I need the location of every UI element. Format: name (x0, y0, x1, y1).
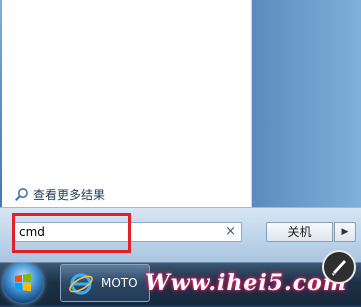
start-menu: 查看更多结果 × 关机 ▶ (0, 0, 361, 263)
search-icon (15, 187, 28, 201)
search-box[interactable]: × (14, 222, 242, 242)
see-more-results-link[interactable]: 查看更多结果 (14, 185, 105, 203)
taskbar-item-label: MOTO (101, 276, 138, 290)
windows-logo-icon (15, 273, 31, 292)
start-menu-results-pane (2, 0, 252, 207)
shutdown-options-arrow-icon[interactable]: ▶ (334, 222, 356, 242)
watermark-logo-icon (322, 250, 356, 284)
internet-explorer-icon (69, 273, 93, 295)
search-input[interactable] (19, 224, 219, 240)
start-orb-icon[interactable] (3, 263, 43, 303)
shutdown-button[interactable]: 关机 (266, 222, 333, 242)
see-more-results-label: 查看更多结果 (33, 187, 106, 202)
clear-search-icon[interactable]: × (225, 225, 236, 239)
taskbar-item-browser[interactable]: MOTO (60, 264, 150, 302)
start-menu-right-pane (252, 0, 361, 207)
